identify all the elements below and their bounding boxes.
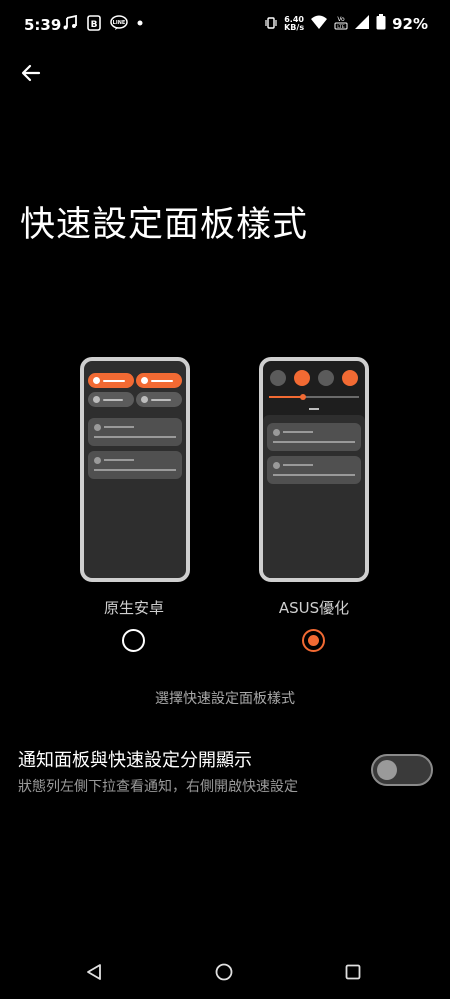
nav-home-button[interactable] (212, 962, 236, 986)
network-speed: 6.40 KB/s (284, 16, 304, 32)
notification-card (88, 451, 182, 479)
radio-stock-android[interactable] (122, 629, 145, 652)
stock-android-preview[interactable] (80, 357, 190, 582)
line-app-icon: LINE (110, 15, 128, 35)
svg-text:LTE: LTE (337, 24, 345, 30)
qs-circle-active (294, 370, 310, 386)
home-circle-icon (214, 962, 234, 986)
notification-card (267, 456, 361, 484)
separate-panels-toggle[interactable] (371, 754, 433, 786)
recents-square-icon (344, 963, 362, 985)
volte-icon: Vo LTE (334, 14, 348, 34)
notification-icons: B LINE (62, 14, 143, 35)
brightness-slider (269, 394, 359, 400)
status-time: 5:39 (24, 16, 62, 34)
qs-circle-inactive (270, 370, 286, 386)
b-app-icon: B (87, 15, 101, 35)
nav-back-button[interactable] (82, 962, 106, 986)
battery-percent: 92% (392, 15, 428, 33)
wifi-icon (310, 14, 328, 34)
back-button[interactable] (16, 60, 46, 90)
arrow-left-icon (21, 63, 41, 87)
svg-text:B: B (91, 20, 98, 30)
system-status-icons: 6.40 KB/s Vo LTE 92% (264, 14, 428, 34)
drag-handle (309, 408, 319, 410)
battery-icon (376, 14, 386, 34)
style-caption: 選擇快速設定面板樣式 (155, 691, 295, 707)
qs-tile-active (88, 373, 134, 388)
status-bar: 5:39 B LINE 6.40 KB/s Vo LTE 92% (0, 0, 450, 52)
dot-icon (137, 15, 143, 35)
vibrate-icon (264, 15, 278, 34)
notification-area (263, 415, 365, 578)
qs-circle-active (342, 370, 358, 386)
radio-asus-optimized[interactable] (302, 629, 325, 652)
net-speed-unit: KB/s (284, 23, 305, 32)
notification-card (88, 418, 182, 446)
toggle-knob (377, 760, 397, 780)
navigation-bar (0, 950, 450, 999)
page-title: 快速設定面板樣式 (20, 205, 309, 245)
qs-circle-inactive (318, 370, 334, 386)
svg-text:Vo: Vo (337, 16, 345, 23)
nav-recents-button[interactable] (341, 962, 365, 986)
signal-icon (354, 14, 370, 34)
music-note-icon (62, 14, 78, 35)
qs-tile-active (136, 373, 182, 388)
option-label-stock: 原生安卓 (103, 599, 164, 617)
qs-tile-inactive (88, 392, 134, 407)
setting-subtitle: 狀態列左側下拉查看通知，右側開啟快速設定 (18, 779, 298, 795)
option-label-asus: ASUS優化 (278, 599, 350, 617)
back-triangle-icon (85, 963, 103, 985)
notification-card (267, 423, 361, 451)
qs-tile-inactive (136, 392, 182, 407)
svg-text:LINE: LINE (113, 20, 126, 26)
setting-title: 通知面板與快速設定分開顯示 (18, 750, 252, 771)
asus-optimized-preview[interactable] (259, 357, 369, 582)
